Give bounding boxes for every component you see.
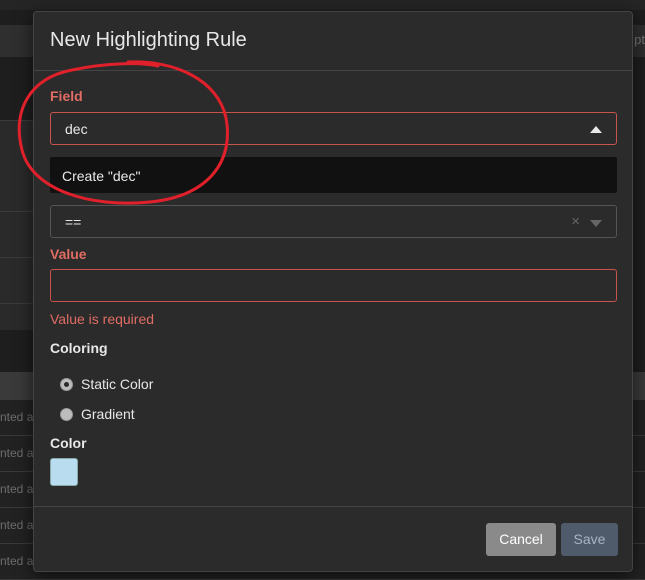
radio-label: Static Color: [81, 376, 154, 392]
radio-button[interactable]: [60, 407, 73, 421]
value-label: Value: [50, 246, 87, 262]
field-select[interactable]: dec: [50, 112, 617, 145]
chevron-down-icon[interactable]: [590, 220, 602, 227]
save-button[interactable]: Save: [561, 523, 618, 556]
background-row-text: nted a: [0, 446, 34, 460]
color-swatch[interactable]: [50, 458, 78, 486]
value-error-message: Value is required: [50, 311, 155, 327]
cancel-button[interactable]: Cancel: [486, 523, 556, 556]
operator-select-value: ==: [65, 214, 82, 230]
radio-gradient[interactable]: Gradient: [60, 406, 135, 422]
background-row-text: nted a: [0, 554, 34, 568]
background-row-text: nted a: [0, 482, 34, 496]
field-select-value: dec: [65, 121, 88, 137]
background-row-text: nted a: [0, 518, 34, 532]
footer-divider: [34, 506, 632, 507]
chevron-up-icon[interactable]: [590, 126, 602, 133]
field-dropdown-menu: Create "dec": [50, 157, 617, 193]
color-label: Color: [50, 435, 87, 451]
field-label: Field: [50, 88, 83, 104]
radio-static-color[interactable]: Static Color: [60, 376, 153, 392]
header-divider: [34, 70, 632, 71]
operator-select[interactable]: == ×: [50, 205, 617, 238]
create-option[interactable]: Create "dec": [62, 168, 140, 184]
radio-button[interactable]: [60, 377, 73, 391]
value-input[interactable]: [50, 269, 617, 302]
clear-icon[interactable]: ×: [571, 213, 580, 230]
background-row-text: nted a: [0, 410, 34, 424]
dialog-title: New Highlighting Rule: [50, 29, 247, 51]
radio-label: Gradient: [81, 406, 135, 422]
coloring-label: Coloring: [50, 340, 108, 356]
background-topbar: [0, 0, 645, 10]
background-header-text: pt: [634, 32, 645, 47]
new-highlighting-rule-dialog: New Highlighting Rule Field dec Create "…: [33, 11, 633, 572]
